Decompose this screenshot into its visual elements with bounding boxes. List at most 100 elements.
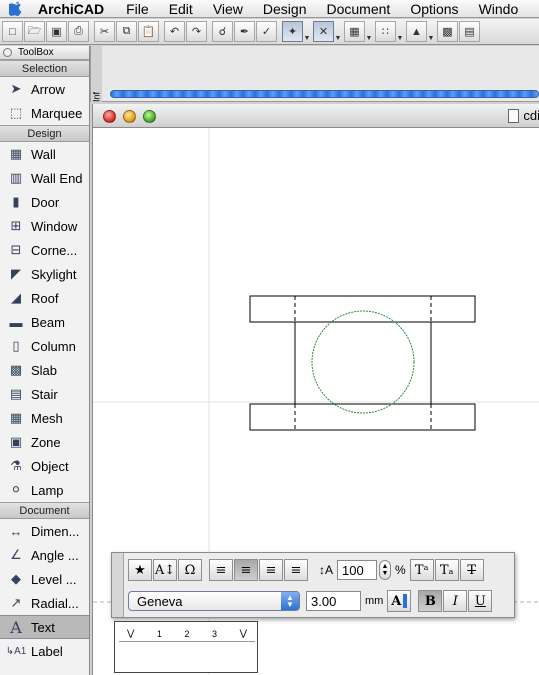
section-document[interactable]: Document (0, 502, 89, 519)
tool-wall[interactable]: ▦ Wall (0, 142, 89, 166)
tool-dimension[interactable]: ↔ Dimen... (0, 519, 89, 543)
window-titlebar[interactable]: cdi (93, 104, 539, 128)
eyedropper-icon[interactable]: ✒ (234, 21, 255, 42)
magic-wand-icon[interactable]: ✦ (282, 21, 303, 42)
tool-label: Lamp (31, 482, 64, 498)
syringe-icon[interactable]: ✓ (256, 21, 277, 42)
tool-roof[interactable]: ◢ Roof (0, 286, 89, 310)
tool-lamp[interactable]: ⚪ Lamp (0, 478, 89, 502)
tool-label: Skylight (31, 266, 77, 282)
cut-icon[interactable]: ✂ (94, 21, 115, 42)
tool-column[interactable]: ▯ Column (0, 334, 89, 358)
special-character-icon[interactable]: Ω (178, 559, 202, 581)
chevron-down-icon[interactable]: ▼ (304, 21, 311, 42)
grid-icon[interactable]: ▦ (344, 21, 365, 42)
menu-design[interactable]: Design (253, 0, 317, 18)
tool-door[interactable]: ▮ Door (0, 190, 89, 214)
tool-zone[interactable]: ▣ Zone (0, 430, 89, 454)
toolbox-titlebar[interactable]: ToolBox (0, 46, 89, 60)
print-icon[interactable]: ⎙ (68, 21, 89, 42)
slab-icon: ▩ (9, 362, 23, 377)
menu-file[interactable]: File (116, 0, 159, 18)
size-stepper[interactable]: ▲ ▼ (379, 560, 392, 580)
tool-label: Stair (31, 386, 58, 402)
text-color-icon[interactable]: A (387, 590, 412, 612)
tool-arrow[interactable]: ➤ Arrow (0, 77, 89, 101)
window-icon: ⊞ (10, 218, 22, 233)
tool-beam[interactable]: ▬ Beam (0, 310, 89, 334)
open-icon[interactable]: 🗁 (24, 21, 45, 42)
font-height-input[interactable]: 3.00 (306, 591, 361, 611)
close-window-button[interactable] (103, 110, 116, 123)
display-icon[interactable]: ▩ (437, 21, 458, 42)
redo-icon[interactable]: ↷ (186, 21, 207, 42)
minimize-window-button[interactable] (123, 110, 136, 123)
strikethrough-icon[interactable]: T (459, 559, 484, 581)
document-icon (508, 108, 520, 123)
bold-button[interactable]: B (418, 590, 443, 612)
tool-wall-end[interactable]: ▥ Wall End (0, 166, 89, 190)
text-icon: A (10, 617, 22, 637)
text-rotate-icon[interactable]: A↕ (153, 559, 177, 581)
text-favorites-icon[interactable]: ★ (128, 559, 152, 581)
text-ruler[interactable]: ⋁ 1 2 3 ⋁ (114, 621, 258, 673)
menu-options[interactable]: Options (400, 0, 468, 18)
align-justify-icon[interactable]: ≡ (284, 559, 308, 581)
section-selection[interactable]: Selection (0, 60, 89, 77)
underline-button[interactable]: U (468, 590, 493, 612)
superscript-icon[interactable]: Tᵃ (409, 559, 434, 581)
menu-document[interactable]: Document (317, 0, 401, 18)
chevron-down-icon[interactable]: ▼ (428, 21, 435, 42)
tool-label[interactable]: ↳A1 Label (0, 639, 89, 663)
menu-window[interactable]: Windo (469, 0, 529, 18)
tool-radial-dimension[interactable]: ↗ Radial... (0, 591, 89, 615)
line-spacing-icon: ↕A (319, 563, 334, 577)
close-icon[interactable] (3, 48, 12, 57)
snap-icon[interactable]: ✕ (313, 21, 334, 42)
chevron-down-icon[interactable]: ▼ (366, 21, 373, 42)
palette-grip[interactable] (112, 553, 124, 617)
ruler-icon[interactable]: ▤ (459, 21, 480, 42)
new-icon[interactable]: □ (2, 21, 23, 42)
chevron-down-icon[interactable]: ▼ (335, 21, 342, 42)
tool-window[interactable]: ⊞ Window (0, 214, 89, 238)
save-icon[interactable]: ▣ (46, 21, 67, 42)
section-design[interactable]: Design (0, 125, 89, 142)
copy-icon[interactable]: ⧉ (116, 21, 137, 42)
tool-corner-window[interactable]: ⊟ Corne... (0, 238, 89, 262)
italic-button[interactable]: I (443, 590, 468, 612)
undo-icon[interactable]: ↶ (164, 21, 185, 42)
zoom-window-button[interactable] (143, 110, 156, 123)
apple-icon[interactable] (0, 0, 30, 18)
paste-icon[interactable]: 📋 (138, 21, 159, 42)
font-select[interactable]: Geneva ▲ ▼ (128, 591, 300, 611)
tool-object[interactable]: ⚗ Object (0, 454, 89, 478)
layer-icon[interactable]: ∷ (375, 21, 396, 42)
tool-label: Wall End (31, 170, 83, 186)
align-center-icon[interactable]: ≡ (234, 559, 258, 581)
beam-icon: ▬ (9, 314, 23, 330)
tool-skylight[interactable]: ◤ Skylight (0, 262, 89, 286)
size-input[interactable]: 100 (337, 560, 378, 580)
tool-angle-dimension[interactable]: ∠ Angle ... (0, 543, 89, 567)
story-icon[interactable]: ▲ (406, 21, 427, 42)
subscript-icon[interactable]: Tₐ (434, 559, 459, 581)
tool-text[interactable]: A Text (0, 615, 89, 639)
tool-marquee[interactable]: ⬚ Marquee (0, 101, 89, 125)
info-box-tab[interactable]: Inf (90, 46, 102, 102)
find-icon[interactable]: ☌ (212, 21, 233, 42)
menu-view[interactable]: View (203, 0, 253, 18)
tool-mesh[interactable]: ▦ Mesh (0, 406, 89, 430)
tool-stair[interactable]: ▤ Stair (0, 382, 89, 406)
chevron-down-icon[interactable]: ▼ (397, 21, 404, 42)
ruler-marker-left[interactable]: ⋁ (127, 628, 134, 639)
align-right-icon[interactable]: ≡ (259, 559, 283, 581)
ruler-marker-right[interactable]: ⋁ (240, 628, 247, 639)
menu-edit[interactable]: Edit (159, 0, 203, 18)
menu-app-name[interactable]: ArchiCAD (30, 0, 116, 18)
align-left-icon[interactable]: ≡ (209, 559, 233, 581)
ruler-scale: ⋁ 1 2 3 ⋁ (119, 626, 255, 642)
tool-level-dimension[interactable]: ◆ Level ... (0, 567, 89, 591)
tool-slab[interactable]: ▩ Slab (0, 358, 89, 382)
chevron-updown-icon: ▲ ▼ (281, 592, 299, 610)
